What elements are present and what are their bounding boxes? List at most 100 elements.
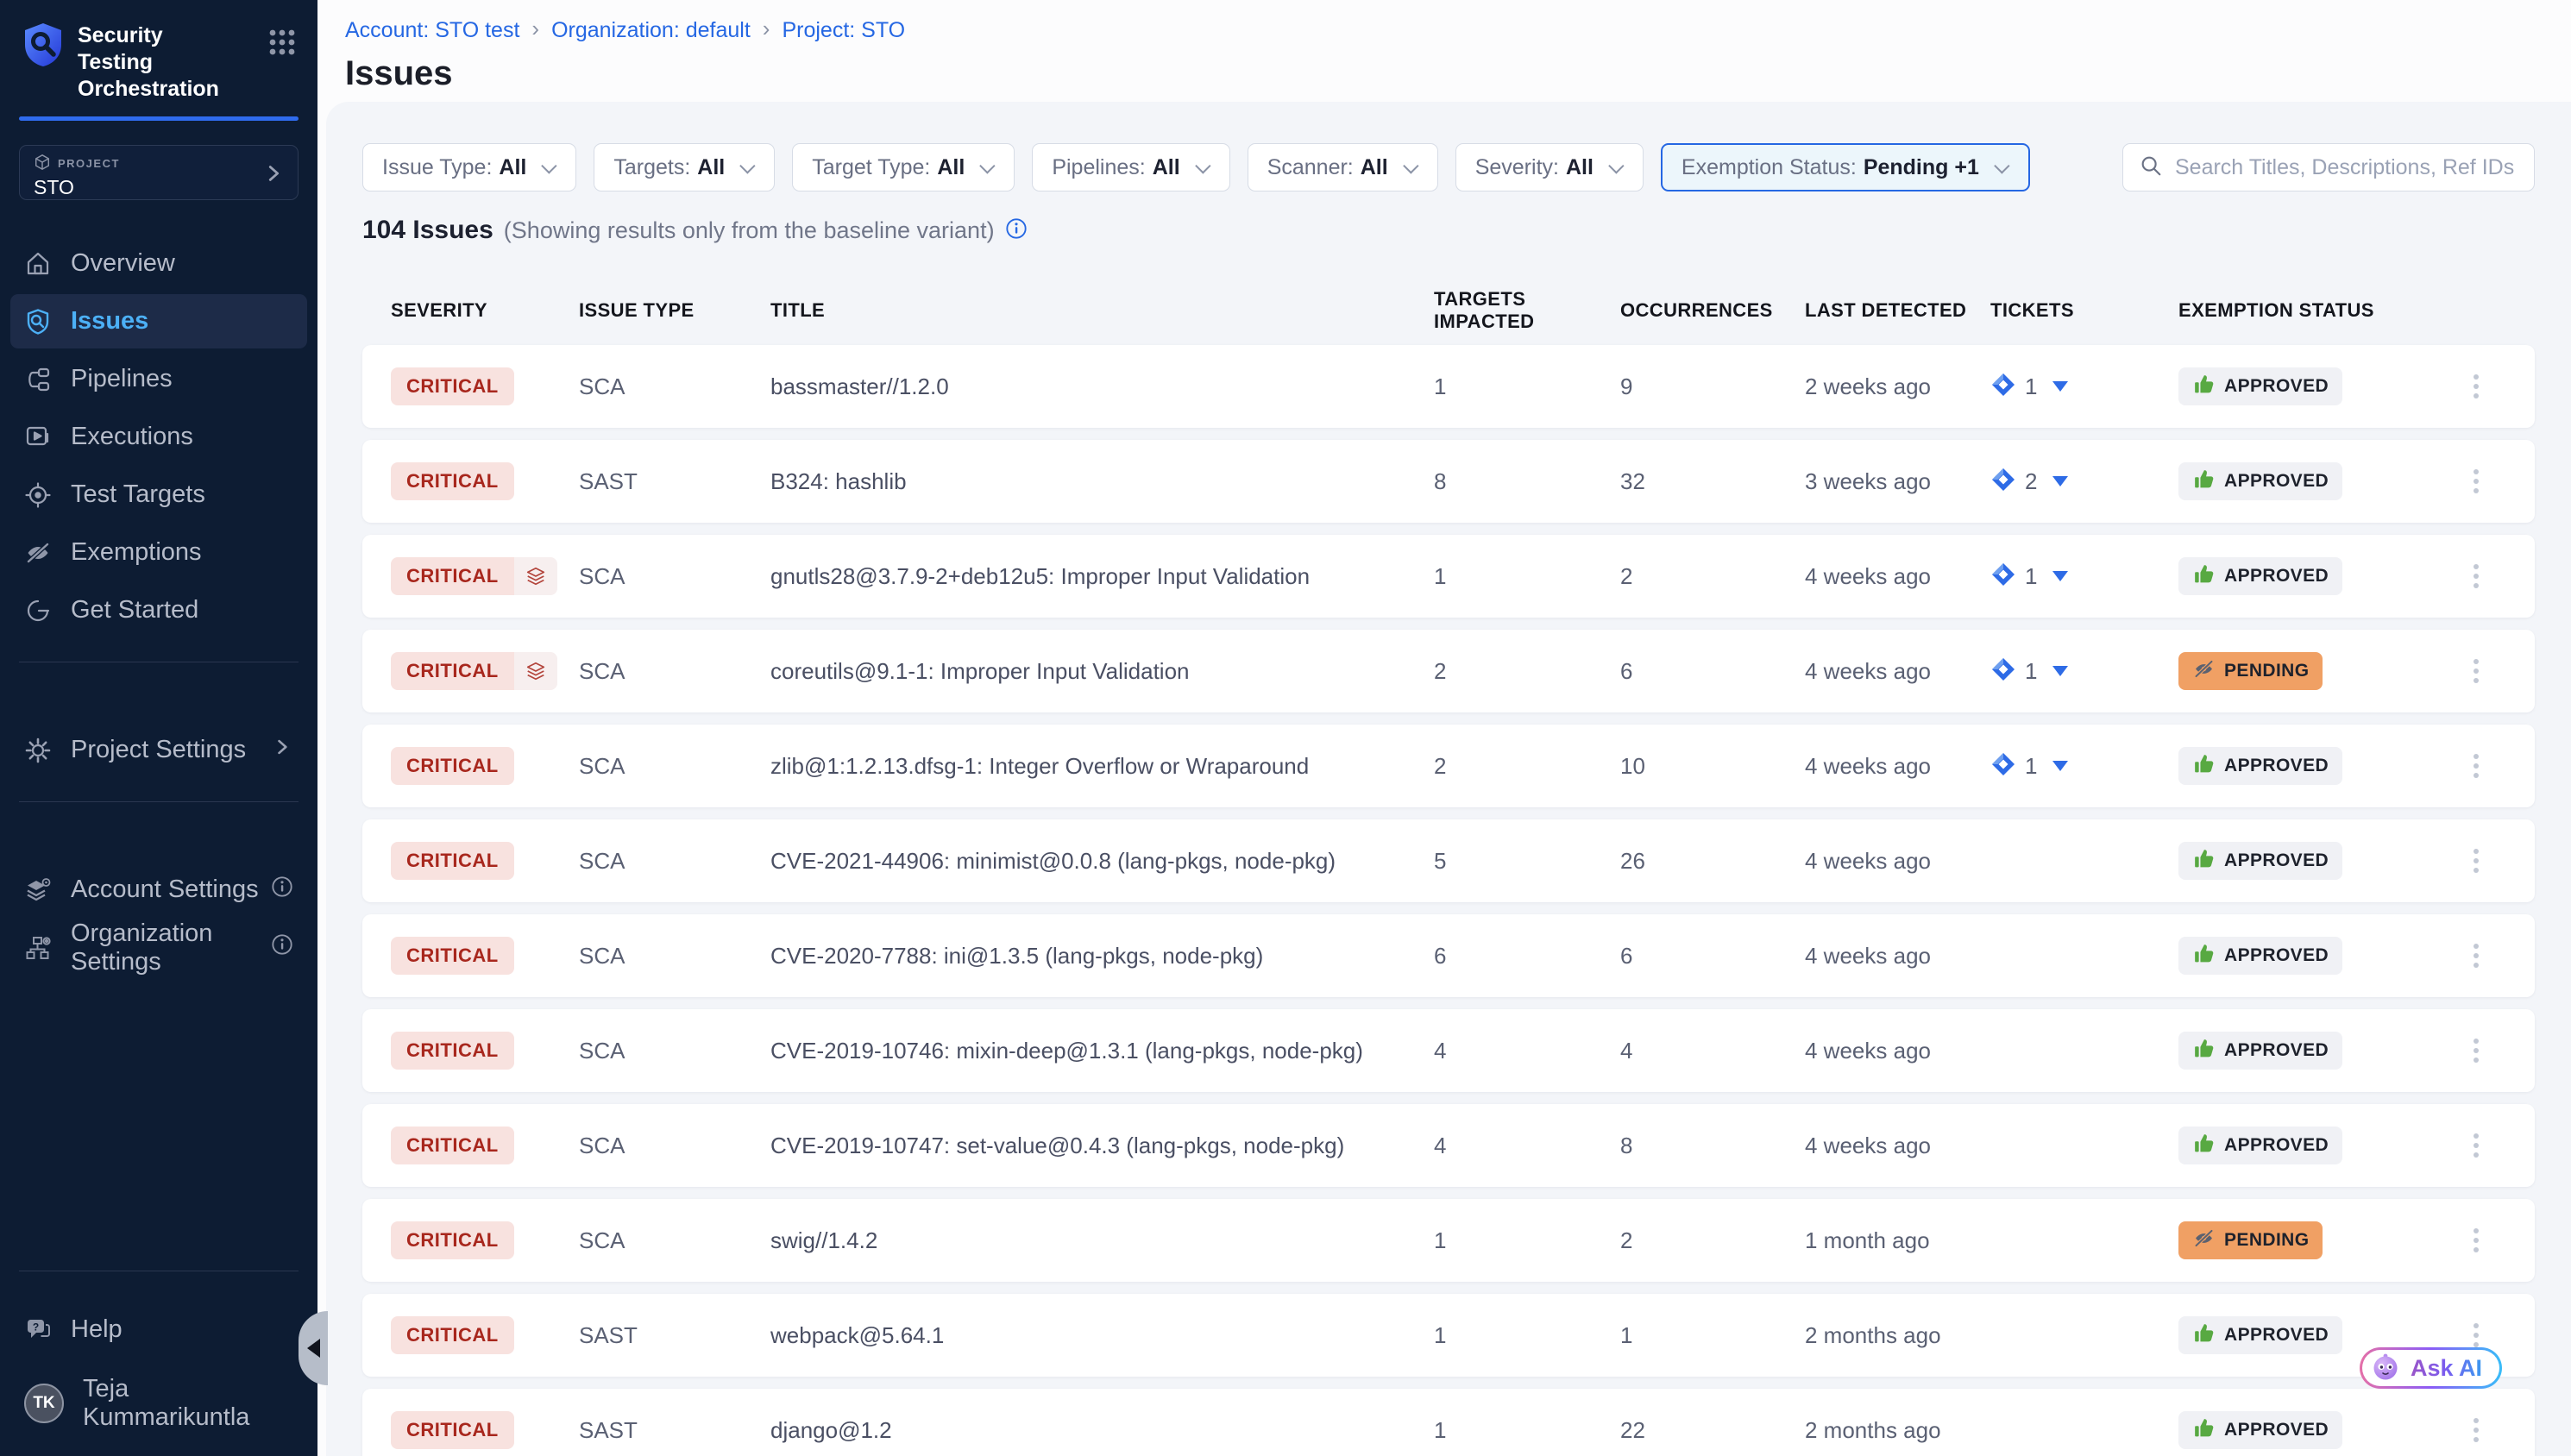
brand-accent-rule — [19, 116, 299, 121]
issue-type-cell: SCA — [579, 1227, 770, 1254]
jira-ticket-icon — [1990, 467, 2016, 497]
targets-impacted-cell: 2 — [1434, 753, 1620, 780]
issues-count-note: (Showing results only from the baseline … — [504, 217, 995, 244]
filter-issue-type[interactable]: Issue Type: All — [362, 143, 576, 191]
row-menu-button[interactable] — [2465, 461, 2487, 502]
tickets-cell: 1 — [1990, 562, 2178, 592]
sidebar-item-label: Organization Settings — [71, 919, 293, 976]
table-row[interactable]: CRITICAL SAST B324: hashlib 8 32 3 weeks… — [362, 440, 2535, 523]
sidebar-item-exemptions[interactable]: Exemptions — [10, 525, 307, 580]
severity-badge: CRITICAL — [391, 842, 514, 880]
jira-ticket-icon — [1990, 656, 2016, 687]
sidebar-item-project-settings[interactable]: Project Settings — [10, 723, 307, 777]
sidebar-item-executions[interactable]: Executions — [10, 410, 307, 464]
last-detected-cell: 4 weeks ago — [1805, 1038, 1990, 1064]
ask-ai-button[interactable]: Ask AI — [2360, 1347, 2502, 1389]
breadcrumb-link-organization[interactable]: Organization: default — [551, 18, 751, 43]
row-menu-button[interactable] — [2465, 935, 2487, 976]
occurrences-cell: 8 — [1620, 1133, 1805, 1159]
sidebar-item-overview[interactable]: Overview — [10, 236, 307, 291]
table-row[interactable]: CRITICAL SCA coreutils@9.1-1: Improper I… — [362, 630, 2535, 712]
search-input[interactable] — [2175, 155, 2518, 180]
row-menu-button[interactable] — [2465, 1220, 2487, 1261]
sidebar-item-label: Get Started — [71, 596, 198, 624]
severity-label: CRITICAL — [391, 462, 514, 500]
filter-value: All — [697, 155, 725, 180]
filter-pipelines[interactable]: Pipelines: All — [1032, 143, 1229, 191]
filter-targets[interactable]: Targets: All — [594, 143, 775, 191]
exemption-status-cell: PENDING — [2178, 1221, 2446, 1259]
row-menu-button[interactable] — [2465, 1125, 2487, 1166]
breadcrumb: Account: STO test›Organization: default›… — [345, 17, 2571, 44]
chevron-down-icon — [1403, 158, 1418, 173]
help-button[interactable]: ? Help — [10, 1302, 307, 1357]
row-menu-button[interactable] — [2465, 1030, 2487, 1071]
info-icon[interactable] — [1005, 217, 1028, 244]
table-row[interactable]: CRITICAL SCA swig//1.4.2 1 2 1 month ago… — [362, 1199, 2535, 1282]
sidebar-item-label: Exemptions — [71, 538, 202, 567]
issues-table: CRITICAL SCA bassmaster//1.2.0 1 9 2 wee… — [362, 345, 2535, 1456]
status-label: PENDING — [2224, 1230, 2309, 1251]
row-menu-button[interactable] — [2465, 745, 2487, 787]
filter-exemption-status[interactable]: Exemption Status: Pending +1 — [1661, 143, 2030, 191]
filter-severity[interactable]: Severity: All — [1455, 143, 1644, 191]
ticket-caret-down-icon[interactable] — [2052, 381, 2068, 392]
sidebar-item-test-targets[interactable]: Test Targets — [10, 468, 307, 522]
severity-badge: CRITICAL — [391, 937, 514, 975]
severity-badge: CRITICAL — [391, 1221, 514, 1259]
chevron-down-icon — [542, 158, 557, 173]
ticket-caret-down-icon[interactable] — [2052, 476, 2068, 486]
filter-target-type[interactable]: Target Type: All — [792, 143, 1015, 191]
ticket-count: 2 — [2025, 468, 2037, 495]
table-header: SeverityIssue TypeTitleTargets ImpactedO… — [362, 288, 2535, 333]
sidebar-item-organization-settings[interactable]: Organization Settings — [10, 920, 307, 975]
table-row[interactable]: CRITICAL SAST django@1.2 1 22 2 months a… — [362, 1389, 2535, 1456]
row-menu-button[interactable] — [2465, 366, 2487, 407]
table-row[interactable]: CRITICAL SCA CVE-2020-7788: ini@1.3.5 (l… — [362, 914, 2535, 997]
avatar: TK — [24, 1384, 64, 1423]
ticket-caret-down-icon[interactable] — [2052, 571, 2068, 581]
ticket-caret-down-icon[interactable] — [2052, 761, 2068, 771]
user-profile[interactable]: TK Teja Kummarikuntla — [10, 1376, 307, 1430]
severity-label: CRITICAL — [391, 1032, 514, 1070]
filter-value: All — [1361, 155, 1388, 180]
status-badge: APPROVED — [2178, 1316, 2342, 1354]
project-selector[interactable]: PROJECT STO — [19, 145, 299, 200]
sidebar-item-pipelines[interactable]: Pipelines — [10, 352, 307, 406]
table-row[interactable]: CRITICAL SCA CVE-2021-44906: minimist@0.… — [362, 819, 2535, 902]
breadcrumb-link-account[interactable]: Account: STO test — [345, 18, 519, 43]
status-label: APPROVED — [2224, 471, 2329, 492]
jira-ticket-icon — [1990, 562, 2016, 592]
severity-badge: CRITICAL — [391, 1032, 514, 1070]
filter-scanner[interactable]: Scanner: All — [1248, 143, 1438, 191]
occurrences-cell: 6 — [1620, 943, 1805, 970]
thumb-up-icon — [2192, 847, 2216, 875]
breadcrumb-link-project[interactable]: Project: STO — [782, 18, 905, 43]
sidebar-item-account-settings[interactable]: Account Settings — [10, 863, 307, 917]
exemption-status-cell: APPROVED — [2178, 1127, 2446, 1164]
sidebar-item-get-started[interactable]: Get Started — [10, 583, 307, 637]
row-menu-button[interactable] — [2465, 840, 2487, 882]
row-menu-button[interactable] — [2465, 555, 2487, 597]
ticket-caret-down-icon[interactable] — [2052, 666, 2068, 676]
filter-value: All — [499, 155, 526, 180]
sidebar-item-issues[interactable]: Issues — [10, 294, 307, 348]
chevron-down-icon — [1195, 158, 1210, 173]
table-row[interactable]: CRITICAL SCA zlib@1:1.2.13.dfsg-1: Integ… — [362, 725, 2535, 807]
last-detected-cell: 2 weeks ago — [1805, 373, 1990, 400]
table-row[interactable]: CRITICAL SAST webpack@5.64.1 1 1 2 month… — [362, 1294, 2535, 1377]
nine-dot-grid-icon[interactable] — [267, 28, 297, 61]
status-badge: APPROVED — [2178, 747, 2342, 785]
info-icon[interactable] — [271, 875, 293, 905]
status-badge: APPROVED — [2178, 462, 2342, 500]
table-row[interactable]: CRITICAL SCA CVE-2019-10746: mixin-deep@… — [362, 1009, 2535, 1092]
table-row[interactable]: CRITICAL SCA bassmaster//1.2.0 1 9 2 wee… — [362, 345, 2535, 428]
issue-title-cell: swig//1.4.2 — [770, 1227, 1434, 1254]
row-menu-button[interactable] — [2465, 1409, 2487, 1451]
severity-badge: CRITICAL — [391, 652, 557, 690]
get-started-icon — [24, 597, 52, 624]
row-menu-button[interactable] — [2465, 650, 2487, 692]
table-row[interactable]: CRITICAL SCA gnutls28@3.7.9-2+deb12u5: I… — [362, 535, 2535, 618]
info-icon[interactable] — [271, 933, 293, 963]
table-row[interactable]: CRITICAL SCA CVE-2019-10747: set-value@0… — [362, 1104, 2535, 1187]
